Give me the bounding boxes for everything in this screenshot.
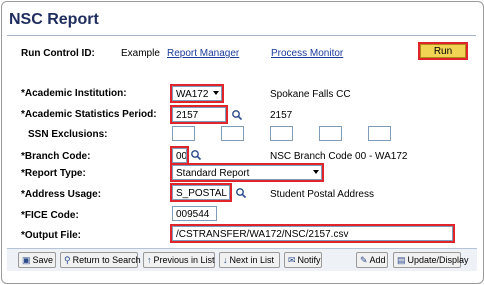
output-file-input[interactable]: /CSTRANSFER/WA172/NSC/2157.csv [172, 226, 453, 241]
magnifier-icon[interactable] [231, 109, 243, 121]
run-control-label: Run Control ID: [21, 48, 95, 59]
save-icon: ▣ [22, 255, 31, 265]
search-icon: ⚲ [64, 255, 71, 265]
ssn-exclusion-field-2[interactable] [221, 126, 244, 141]
save-button[interactable]: ▣ Save [18, 252, 56, 268]
report-manager-link[interactable]: Report Manager [167, 48, 239, 59]
address-usage-label: *Address Usage: [21, 189, 102, 200]
address-usage-description: Student Postal Address [270, 189, 374, 200]
process-monitor-link[interactable]: Process Monitor [271, 48, 343, 59]
page-title: NSC Report [9, 11, 99, 28]
magnifier-icon[interactable] [235, 187, 247, 199]
chevron-down-icon [313, 170, 319, 174]
magnifier-icon[interactable] [190, 149, 202, 161]
next-in-list-label: Next in List [229, 255, 275, 265]
update-display-label: Update/Display [407, 255, 469, 265]
report-type-label: *Report Type: [21, 168, 86, 179]
page-frame [1, 1, 484, 284]
report-type-value: Standard Report [176, 168, 250, 179]
academic-institution-description: Spokane Falls CC [270, 89, 351, 100]
add-icon: ✎ [360, 255, 368, 265]
run-control-value: Example [121, 48, 160, 59]
academic-institution-label: *Academic Institution: [21, 88, 127, 99]
update-display-button[interactable]: ▤ Update/Display [393, 252, 469, 268]
academic-institution-value: WA172 [176, 89, 209, 100]
arrow-up-icon: ↑ [147, 255, 152, 265]
update-display-icon: ▤ [397, 255, 406, 265]
fice-code-label: *FICE Code: [21, 210, 79, 221]
ssn-exclusion-field-3[interactable] [270, 126, 293, 141]
ssn-exclusion-field-5[interactable] [368, 126, 391, 141]
return-to-search-button[interactable]: ⚲ Return to Search [60, 252, 141, 268]
academic-institution-select[interactable]: WA172 [172, 86, 222, 101]
ssn-exclusions-label: SSN Exclusions: [28, 129, 108, 140]
previous-in-list-button[interactable]: ↑ Previous in List [143, 252, 215, 268]
ssn-exclusion-field-4[interactable] [319, 126, 342, 141]
academic-statistics-period-description: 2157 [270, 110, 293, 121]
academic-statistics-period-label: *Academic Statistics Period: [21, 109, 157, 120]
previous-in-list-label: Previous in List [153, 255, 215, 265]
chevron-down-icon [213, 91, 219, 95]
ssn-exclusion-field-1[interactable] [172, 126, 195, 141]
add-button[interactable]: ✎ Add [356, 252, 388, 268]
output-file-label: *Output File: [21, 230, 81, 241]
save-label: Save [32, 255, 54, 265]
academic-statistics-period-input[interactable]: 2157 [172, 107, 226, 122]
branch-code-label: *Branch Code: [21, 151, 91, 162]
next-in-list-button[interactable]: ↓ Next in List [219, 252, 280, 268]
run-button[interactable]: Run [420, 44, 466, 58]
report-type-select[interactable]: Standard Report [172, 165, 322, 180]
title-divider [7, 35, 476, 36]
arrow-down-icon: ↓ [223, 255, 228, 265]
notify-icon: ✉ [288, 255, 296, 265]
return-to-search-label: Return to Search [72, 255, 141, 265]
branch-code-input[interactable]: 00 [172, 148, 187, 163]
branch-code-description: NSC Branch Code 00 - WA172 [270, 151, 408, 162]
address-usage-input[interactable]: S_POSTAL [172, 185, 230, 200]
add-label: Add [369, 255, 386, 265]
notify-button[interactable]: ✉ Notify [284, 252, 322, 268]
notify-label: Notify [297, 255, 321, 265]
fice-code-input[interactable]: 009544 [172, 206, 217, 221]
